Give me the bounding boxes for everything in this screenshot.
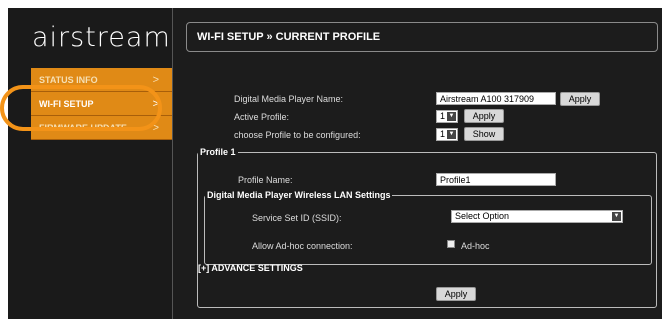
wlan-settings-fieldset: Digital Media Player Wireless LAN Settin… — [204, 190, 652, 265]
chevron-down-icon: ▼ — [447, 112, 456, 121]
app-frame: airstream STATUS INFO > WI-FI SETUP > FI… — [0, 8, 662, 319]
ssid-label: Service Set ID (SSID): — [252, 213, 342, 223]
wlan-settings-legend: Digital Media Player Wireless LAN Settin… — [205, 190, 393, 200]
profile-legend: Profile 1 — [198, 147, 238, 157]
show-button[interactable]: Show — [464, 127, 504, 141]
profile-fieldset: Profile 1 Profile Name: Profile1 Digital… — [197, 147, 657, 308]
player-name-apply-button[interactable]: Apply — [560, 92, 600, 106]
divider — [172, 8, 173, 319]
ssid-value: Select Option — [455, 211, 510, 221]
player-name-label: Digital Media Player Name: — [234, 94, 344, 104]
sidebar: airstream STATUS INFO > WI-FI SETUP > FI… — [0, 8, 173, 319]
active-profile-select[interactable]: 1 ▼ — [436, 110, 458, 123]
chevron-down-icon: ▼ — [612, 212, 621, 221]
active-profile-apply-button[interactable]: Apply — [464, 109, 504, 123]
choose-profile-label: choose Profile to be configured: — [234, 130, 361, 140]
chevron-right-icon: > — [152, 74, 159, 86]
player-name-field[interactable]: Airstream A100 317909 — [436, 92, 556, 105]
page-title: WI-FI SETUP » CURRENT PROFILE — [186, 22, 658, 52]
adhoc-checkbox[interactable] — [447, 240, 455, 248]
profile-name-field[interactable]: Profile1 — [436, 173, 556, 186]
advance-settings-toggle[interactable]: [+] ADVANCE SETTINGS — [198, 263, 303, 273]
main-panel: WI-FI SETUP » CURRENT PROFILE Digital Me… — [174, 8, 662, 319]
logo: airstream — [32, 22, 171, 53]
ssid-select[interactable]: Select Option ▼ — [451, 210, 623, 223]
highlight-ring — [0, 85, 162, 131]
profile-apply-button[interactable]: Apply — [436, 287, 476, 301]
choose-profile-select[interactable]: 1 ▼ — [436, 128, 458, 141]
profile-name-label: Profile Name: — [238, 175, 293, 185]
adhoc-label: Allow Ad-hoc connection: — [252, 241, 353, 251]
chevron-down-icon: ▼ — [447, 130, 456, 139]
sidebar-item-label: STATUS INFO — [39, 75, 98, 85]
active-profile-label: Active Profile: — [234, 112, 290, 122]
adhoc-checkbox-label: Ad-hoc — [461, 241, 490, 251]
choose-profile-value: 1 — [440, 129, 446, 139]
active-profile-value: 1 — [440, 111, 446, 121]
